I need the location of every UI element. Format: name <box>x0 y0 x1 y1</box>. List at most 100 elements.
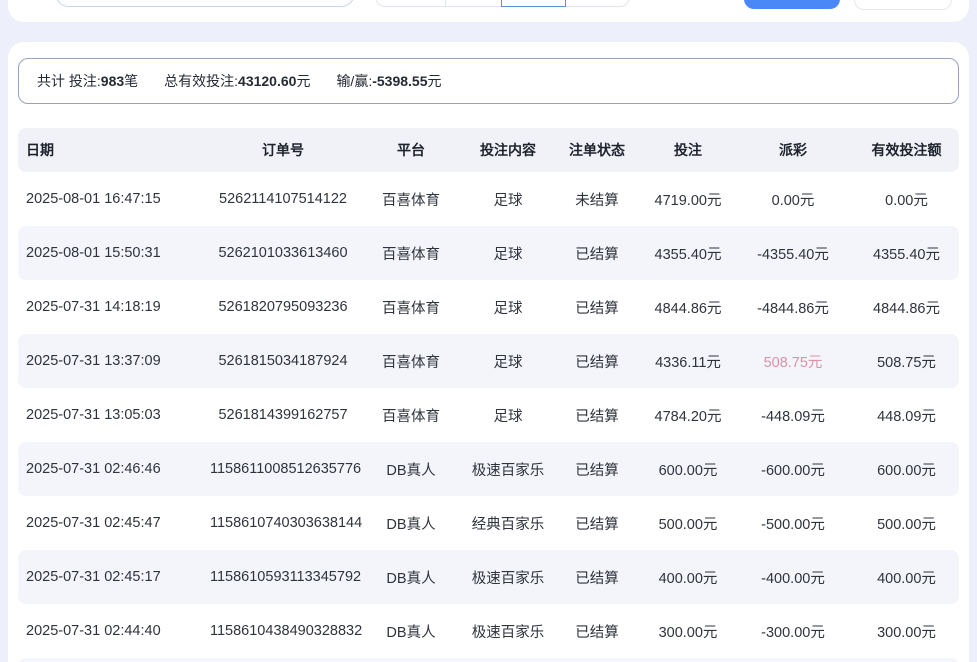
table-row: 2025-07-31 13:05:035261814399162757百喜体育足… <box>18 388 959 442</box>
table-row: 2025-07-31 02:44:401158610438490328832DB… <box>18 604 959 658</box>
summary-total-bets: 共计 投注:983笔 <box>37 71 138 91</box>
cell-content: 极速百家乐 <box>466 567 550 588</box>
summary-unit: 元 <box>296 73 310 89</box>
cell-status: 已结算 <box>550 513 644 534</box>
search-button[interactable] <box>744 0 840 9</box>
table-row: 2025-07-31 02:46:461158611008512635776DB… <box>18 442 959 496</box>
records-card: 共计 投注:983笔 总有效投注:43120.60元 输/赢:-5398.55元… <box>8 42 969 662</box>
table-row: 2025-07-31 02:45:171158610593113345792DB… <box>18 550 959 604</box>
cell-status: 未结算 <box>550 189 644 210</box>
cell-status: 已结算 <box>550 405 644 426</box>
cell-content: 足球 <box>466 405 550 426</box>
summary-value: 983 <box>101 73 124 89</box>
search-input[interactable] <box>55 0 355 7</box>
cell-payout: 0.00元 <box>732 189 854 210</box>
cell-valid: 500.00元 <box>854 513 959 534</box>
cell-valid: 0.00元 <box>854 189 959 210</box>
summary-label: 总有效投注: <box>164 73 238 89</box>
cell-platform: 百喜体育 <box>356 405 466 426</box>
table-body: 2025-08-01 16:47:155262114107514122百喜体育足… <box>18 172 959 658</box>
page: { "colors": { "page_bg": "#edf0fa", "acc… <box>0 0 977 662</box>
column-header-bet: 投注 <box>644 140 732 160</box>
cell-valid: 4844.86元 <box>854 297 959 318</box>
cell-platform: DB真人 <box>356 567 466 588</box>
summary-valid-bets: 总有效投注:43120.60元 <box>164 71 310 91</box>
table-row-partial <box>18 658 959 662</box>
cell-order: 5262114107514122 <box>210 191 356 207</box>
cell-platform: 百喜体育 <box>356 243 466 264</box>
column-header-payout: 派彩 <box>732 140 854 160</box>
column-header-order: 订单号 <box>210 140 356 160</box>
cell-order: 1158611008512635776 <box>210 461 356 477</box>
cell-status: 已结算 <box>550 297 644 318</box>
cell-platform: DB真人 <box>356 513 466 534</box>
summary-label: 共计 投注: <box>37 73 101 89</box>
summary-unit: 元 <box>428 73 442 89</box>
segment-option-3-active[interactable] <box>501 0 566 7</box>
cell-content: 极速百家乐 <box>466 621 550 642</box>
cell-valid: 448.09元 <box>854 405 959 426</box>
cell-payout: -600.00元 <box>732 459 854 480</box>
cell-content: 足球 <box>466 297 550 318</box>
cell-bet: 400.00元 <box>644 567 732 588</box>
cell-date: 2025-08-01 15:50:31 <box>18 245 210 261</box>
cell-date: 2025-07-31 13:37:09 <box>18 353 210 369</box>
cell-bet: 500.00元 <box>644 513 732 534</box>
segment-option-1[interactable] <box>375 0 446 7</box>
cell-status: 已结算 <box>550 567 644 588</box>
segment-option-2[interactable] <box>445 0 502 7</box>
column-header-date: 日期 <box>18 140 210 160</box>
cell-status: 已结算 <box>550 243 644 264</box>
cell-date: 2025-07-31 02:45:47 <box>18 515 210 531</box>
table-row: 2025-07-31 14:18:195261820795093236百喜体育足… <box>18 280 959 334</box>
cell-bet: 4844.86元 <box>644 297 732 318</box>
cell-status: 已结算 <box>550 621 644 642</box>
cell-valid: 600.00元 <box>854 459 959 480</box>
segment-option-4[interactable] <box>565 0 630 7</box>
table-row: 2025-08-01 16:47:155262114107514122百喜体育足… <box>18 172 959 226</box>
summary-bar: 共计 投注:983笔 总有效投注:43120.60元 输/赢:-5398.55元 <box>18 58 959 104</box>
cell-order: 1158610438490328832 <box>210 623 356 639</box>
cell-payout: 508.75元 <box>732 351 854 372</box>
cell-content: 经典百家乐 <box>466 513 550 534</box>
cell-order: 5262101033613460 <box>210 245 356 261</box>
column-header-valid: 有效投注额 <box>854 140 959 160</box>
cell-valid: 300.00元 <box>854 621 959 642</box>
filter-toolbar <box>8 0 969 22</box>
column-header-content: 投注内容 <box>466 140 550 160</box>
cell-order: 5261820795093236 <box>210 299 356 315</box>
cell-content: 足球 <box>466 243 550 264</box>
cell-bet: 4355.40元 <box>644 243 732 264</box>
cell-payout: -4355.40元 <box>732 243 854 264</box>
cell-bet: 4784.20元 <box>644 405 732 426</box>
cell-bet: 4336.11元 <box>644 351 732 372</box>
cell-bet: 300.00元 <box>644 621 732 642</box>
cell-platform: DB真人 <box>356 459 466 480</box>
cell-platform: 百喜体育 <box>356 189 466 210</box>
cell-date: 2025-07-31 02:44:40 <box>18 623 210 639</box>
cell-payout: -400.00元 <box>732 567 854 588</box>
table-row: 2025-07-31 02:45:471158610740303638144DB… <box>18 496 959 550</box>
cell-date: 2025-07-31 02:46:46 <box>18 461 210 477</box>
cell-payout: -448.09元 <box>732 405 854 426</box>
cell-platform: 百喜体育 <box>356 297 466 318</box>
cell-order: 5261814399162757 <box>210 407 356 423</box>
cell-content: 极速百家乐 <box>466 459 550 480</box>
cell-order: 1158610593113345792 <box>210 569 356 585</box>
cell-date: 2025-07-31 14:18:19 <box>18 299 210 315</box>
cell-date: 2025-08-01 16:47:15 <box>18 191 210 207</box>
table-row: 2025-07-31 13:37:095261815034187924百喜体育足… <box>18 334 959 388</box>
reset-button[interactable] <box>854 0 952 10</box>
date-range-segment-group <box>375 0 630 7</box>
summary-label: 输/赢: <box>336 73 372 89</box>
cell-platform: 百喜体育 <box>356 351 466 372</box>
records-table: 日期订单号平台投注内容注单状态投注派彩有效投注额 2025-08-01 16:4… <box>18 128 959 662</box>
cell-valid: 4355.40元 <box>854 243 959 264</box>
cell-order: 1158610740303638144 <box>210 515 356 531</box>
table-header: 日期订单号平台投注内容注单状态投注派彩有效投注额 <box>18 128 959 172</box>
cell-bet: 600.00元 <box>644 459 732 480</box>
cell-bet: 4719.00元 <box>644 189 732 210</box>
table-row: 2025-08-01 15:50:315262101033613460百喜体育足… <box>18 226 959 280</box>
cell-date: 2025-07-31 13:05:03 <box>18 407 210 423</box>
summary-unit: 笔 <box>124 73 138 89</box>
